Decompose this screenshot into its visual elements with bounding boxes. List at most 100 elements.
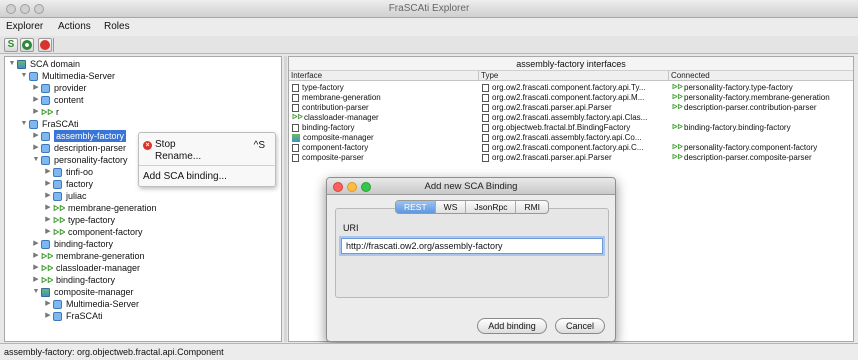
chevron-right-icon[interactable]: ▶ (43, 214, 53, 226)
type-cell[interactable]: org.ow2.frascati.parser.api.Parser (482, 103, 668, 112)
interface-cell[interactable]: type-factory (292, 83, 478, 92)
component-icon (41, 95, 50, 105)
chevron-right-icon[interactable]: ▶ (43, 298, 53, 310)
connected-cell[interactable]: ᐅᐅ description-parser.composite-parser (672, 153, 853, 162)
tab-jsonrpc[interactable]: JsonRpc (466, 201, 517, 213)
type-cell[interactable]: org.objectweb.fractal.bf.BindingFactory (482, 123, 668, 132)
connected-cell[interactable]: ᐅᐅ personality-factory.membrane-generatio… (672, 93, 853, 102)
tree-item-provider[interactable]: ▶ provider (31, 82, 86, 94)
tree-item-sca-domain[interactable]: ▼ SCA domain (7, 58, 81, 70)
interface-cell[interactable]: composite-parser (292, 153, 478, 162)
chevron-down-icon[interactable]: ▼ (31, 286, 41, 298)
chevron-down-icon[interactable]: ▼ (31, 154, 41, 166)
chevron-down-icon[interactable]: ▼ (7, 58, 17, 70)
type-cell-text: org.objectweb.fractal.bf.BindingFactory (492, 123, 631, 132)
chevron-right-icon[interactable]: ▶ (43, 166, 53, 178)
menu-roles[interactable]: Roles (104, 21, 130, 32)
type-cell-text: org.ow2.frascati.parser.api.Parser (492, 153, 612, 162)
chevron-right-icon[interactable]: ▶ (43, 190, 53, 202)
connected-cell[interactable]: ᐅᐅ personality-factory.component-factory (672, 143, 853, 152)
tree-item-content[interactable]: ▶ content (31, 94, 83, 106)
type-cell[interactable]: org.ow2.frascati.assembly.factory.api.Cl… (482, 113, 668, 122)
column-header-connected[interactable]: Connected (669, 71, 853, 81)
tree-item-component-factory[interactable]: ▶ ᐅᐅ component-factory (43, 226, 143, 238)
refresh-button[interactable]: S (4, 38, 18, 52)
tree-item-label: r (56, 107, 59, 117)
interface-cell-text: component-factory (302, 143, 369, 152)
tree-item-multimedia-server-2[interactable]: ▶ Multimedia-Server (43, 298, 139, 310)
tree-item-label: component-factory (68, 227, 143, 237)
menu-explorer[interactable]: Explorer (6, 21, 43, 32)
settings-button[interactable] (20, 38, 34, 52)
type-cell[interactable]: org.ow2.frascati.assembly.factory.api.Co… (482, 133, 668, 142)
tree-item-type-factory[interactable]: ▶ ᐅᐅ type-factory (43, 214, 115, 226)
connected-cell[interactable]: ᐅᐅ binding-factory.binding-factory (672, 123, 853, 132)
type-cell[interactable]: org.ow2.frascati.component.factory.api.C… (482, 143, 668, 152)
column-header-type[interactable]: Type (479, 71, 669, 81)
chevron-right-icon[interactable]: ▶ (31, 130, 41, 142)
column-header-interface[interactable]: Interface (289, 71, 479, 81)
tree-item-juliac[interactable]: ▶ juliac (43, 190, 86, 202)
chevron-right-icon[interactable]: ▶ (43, 178, 53, 190)
menu-item-add-sca-binding[interactable]: Add SCA binding... (143, 171, 227, 182)
interface-cell[interactable]: component-factory (292, 143, 478, 152)
tree-item-r[interactable]: ▶ ᐅᐅ r (31, 106, 59, 118)
close-button[interactable] (38, 38, 52, 52)
tree-item-multimedia-server[interactable]: ▼ Multimedia-Server (19, 70, 116, 82)
chevron-right-icon[interactable]: ▶ (43, 310, 53, 322)
interface-cell[interactable]: binding-factory (292, 123, 478, 132)
type-cell[interactable]: org.ow2.frascati.component.factory.api.T… (482, 83, 668, 92)
component-tree[interactable]: ▼ SCA domain ▼ Multimedia-Server ▶ provi… (4, 56, 282, 342)
tree-item-description-parser[interactable]: ▶ description-parser (31, 142, 126, 154)
chevron-right-icon[interactable]: ▶ (31, 274, 41, 286)
tree-item-factory[interactable]: ▶ factory (43, 178, 93, 190)
tree-item-binding-factory-2[interactable]: ▶ ᐅᐅ binding-factory (31, 274, 115, 286)
chevron-right-icon[interactable]: ▶ (31, 94, 41, 106)
tab-ws[interactable]: WS (436, 201, 467, 213)
binding-arrow-icon: ᐅᐅ (672, 94, 683, 101)
tree-item-tinfi-oo[interactable]: ▶ tinfi-oo (43, 166, 93, 178)
chevron-right-icon[interactable]: ▶ (31, 82, 41, 94)
tree-item-label: description-parser (54, 143, 127, 153)
interface-cell[interactable]: membrane-generation (292, 93, 478, 102)
tab-rmi[interactable]: RMI (516, 201, 548, 213)
type-cell[interactable]: org.ow2.frascati.component.factory.api.M… (482, 93, 668, 102)
add-binding-button[interactable]: Add binding (477, 318, 547, 334)
tree-item-assembly-factory[interactable]: ▶ assembly-factory (31, 130, 127, 142)
interface-cell[interactable]: ᐅᐅ classloader-manager (292, 113, 478, 122)
interface-cell[interactable]: composite-manager (292, 133, 478, 142)
chevron-right-icon[interactable]: ▶ (43, 202, 53, 214)
binding-tabs: REST WS JsonRpc RMI (395, 200, 550, 214)
component-icon (53, 191, 62, 201)
chevron-right-icon[interactable]: ▶ (31, 142, 41, 154)
chevron-right-icon[interactable]: ▶ (31, 262, 41, 274)
chevron-down-icon[interactable]: ▼ (19, 118, 29, 130)
menu-item-stop[interactable]: Stop (155, 139, 176, 150)
component-icon (29, 119, 38, 129)
chevron-right-icon[interactable]: ▶ (43, 226, 53, 238)
tree-item-frascati-2[interactable]: ▶ FraSCAti (43, 310, 102, 322)
tree-item-classloader-manager[interactable]: ▶ ᐅᐅ classloader-manager (31, 262, 140, 274)
split-divider[interactable] (284, 56, 287, 342)
tree-item-membrane-generation-2[interactable]: ▶ ᐅᐅ membrane-generation (31, 250, 144, 262)
tree-item-personality-factory[interactable]: ▼ personality-factory (31, 154, 128, 166)
tab-rest[interactable]: REST (396, 201, 436, 213)
tree-item-label: Multimedia-Server (42, 71, 116, 81)
interface-file-icon (482, 133, 489, 142)
chevron-right-icon[interactable]: ▶ (31, 238, 41, 250)
interface-cell[interactable]: contribution-parser (292, 103, 478, 112)
menu-item-rename[interactable]: Rename... (155, 151, 201, 162)
tree-item-composite-manager[interactable]: ▼ composite-manager (31, 286, 134, 298)
chevron-down-icon[interactable]: ▼ (19, 70, 29, 82)
cancel-button[interactable]: Cancel (555, 318, 605, 334)
type-cell[interactable]: org.ow2.frascati.parser.api.Parser (482, 153, 668, 162)
menu-actions[interactable]: Actions (58, 21, 91, 32)
connected-cell[interactable]: ᐅᐅ description-parser.contribution-parser (672, 103, 853, 112)
tree-item-frascati[interactable]: ▼ FraSCAti (19, 118, 79, 130)
chevron-right-icon[interactable]: ▶ (31, 250, 41, 262)
tree-item-membrane-generation[interactable]: ▶ ᐅᐅ membrane-generation (43, 202, 156, 214)
uri-input[interactable] (341, 238, 603, 254)
chevron-right-icon[interactable]: ▶ (31, 106, 41, 118)
connected-cell[interactable]: ᐅᐅ personality-factory.type-factory (672, 83, 853, 92)
tree-item-binding-factory[interactable]: ▶ binding-factory (31, 238, 113, 250)
